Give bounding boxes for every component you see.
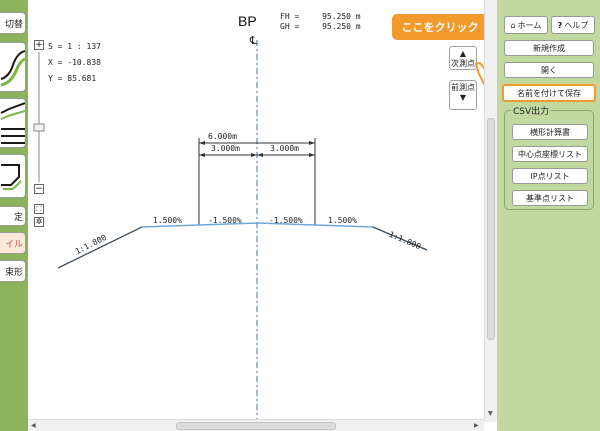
csv-item-label: 基準点リスト — [526, 193, 574, 203]
road-surface-line — [57, 222, 428, 269]
callout-label: ここをクリック — [401, 21, 479, 34]
vertical-scroll-thumb[interactable] — [487, 118, 495, 340]
plan-view-button[interactable] — [0, 42, 26, 92]
horizontal-scrollbar[interactable]: ◀ ▶ — [28, 419, 484, 431]
dim-right-label: 3.000m — [270, 144, 299, 153]
elevation-readout: FH = 95.250 m GH = 95.250 m — [280, 12, 361, 32]
cross-section-icon — [1, 164, 22, 190]
slope-right-inner: -1.500% — [269, 216, 303, 225]
horizontal-scroll-thumb[interactable] — [176, 422, 336, 430]
help-button[interactable]: ? ヘルプ — [551, 16, 595, 34]
gear-icon[interactable]: ✲ — [34, 217, 44, 227]
fit-view-icon[interactable]: ⛶ — [34, 204, 44, 214]
shape-button[interactable]: 束形 — [0, 260, 26, 282]
slope-left-inner: -1.500% — [208, 216, 242, 225]
dim-left-label: 3.000m — [211, 144, 240, 153]
left-embankment — [57, 226, 143, 269]
left-toolbar: 切替 定 イル 束形 — [0, 0, 28, 431]
cross-section-button[interactable] — [0, 154, 26, 198]
y-coordinate: Y = 85.681 — [48, 74, 97, 83]
drawing-canvas[interactable]: BP FH = 95.250 m GH = 95.250 m ℄ + − ⛶ ✲… — [28, 0, 497, 431]
file-button[interactable]: イル — [0, 232, 26, 254]
help-label: ヘルプ — [564, 20, 589, 30]
save-as-label: 名前を付けて保存 — [517, 88, 581, 98]
prev-point-label: 前測点 — [451, 83, 475, 92]
home-button[interactable]: ⌂ ホーム — [504, 16, 548, 34]
switch-button[interactable]: 切替 — [0, 12, 26, 34]
slope-right-outer: 1.500% — [328, 216, 357, 225]
zoom-slider-handle — [33, 123, 45, 132]
csv-item-label: IP点リスト — [530, 171, 570, 181]
save-as-button[interactable]: 名前を付けて保存 — [502, 84, 596, 102]
csv-ip-points-button[interactable]: IP点リスト — [512, 168, 588, 184]
open-button[interactable]: 開く — [504, 62, 594, 78]
switch-label: 切替 — [4, 19, 23, 30]
zoom-in-button[interactable]: + — [34, 40, 44, 50]
fh-label: FH = — [280, 12, 300, 21]
dim-total-label: 6.000m — [208, 132, 237, 141]
vertical-scrollbar[interactable]: ▼ — [484, 0, 497, 422]
fh-value: 95.250 m — [322, 12, 361, 21]
prev-point-button[interactable]: 前測点 ▼ — [449, 80, 477, 110]
new-file-label: 新規作成 — [533, 43, 565, 53]
station-label: BP — [238, 13, 257, 29]
scroll-right-icon[interactable]: ▶ — [474, 422, 479, 429]
csv-item-label: 中心点座標リスト — [518, 149, 582, 159]
next-point-button[interactable]: ▲ 次測点 — [449, 46, 477, 70]
scroll-left-icon[interactable]: ◀ — [31, 422, 36, 429]
csv-cross-section-report-button[interactable]: 横形計算書 — [512, 124, 588, 140]
csv-center-coords-button[interactable]: 中心点座標リスト — [512, 146, 588, 162]
gh-label: GH = — [280, 22, 300, 31]
settings-button[interactable]: 定 — [0, 206, 26, 226]
new-file-button[interactable]: 新規作成 — [504, 40, 594, 56]
help-icon: ? — [557, 20, 563, 30]
profile-lines-icon — [0, 102, 25, 144]
gh-value: 95.250 m — [322, 22, 361, 31]
open-label: 開く — [541, 65, 557, 75]
down-arrow-icon: ▼ — [459, 93, 467, 102]
profile-view-button[interactable] — [0, 98, 26, 148]
next-point-label: 次測点 — [451, 59, 475, 68]
csv-reference-points-button[interactable]: 基準点リスト — [512, 190, 588, 206]
app-window: 切替 定 イル 束形 BP FH = 95.250 m GH = 95.250 … — [0, 0, 600, 431]
settings-label: 定 — [13, 212, 23, 223]
scale-readout: S = 1 : 137 — [48, 42, 101, 51]
file-label: イル — [4, 239, 23, 250]
csv-item-label: 横形計算書 — [530, 127, 570, 137]
home-label: ホーム — [517, 20, 542, 30]
click-here-callout: ここをクリック — [392, 14, 488, 40]
slope-left-outer: 1.500% — [153, 216, 182, 225]
scroll-down-icon[interactable]: ▼ — [488, 410, 493, 417]
shape-label: 束形 — [4, 267, 23, 278]
centerline-symbol: ℄ — [250, 34, 258, 47]
home-icon: ⌂ — [510, 20, 516, 30]
curve-icon — [0, 50, 25, 87]
zoom-out-button[interactable]: − — [34, 184, 44, 194]
up-arrow-icon: ▲ — [459, 49, 467, 58]
x-coordinate: X = -10.838 — [48, 58, 101, 67]
csv-export-title: CSV出力 — [511, 104, 552, 117]
